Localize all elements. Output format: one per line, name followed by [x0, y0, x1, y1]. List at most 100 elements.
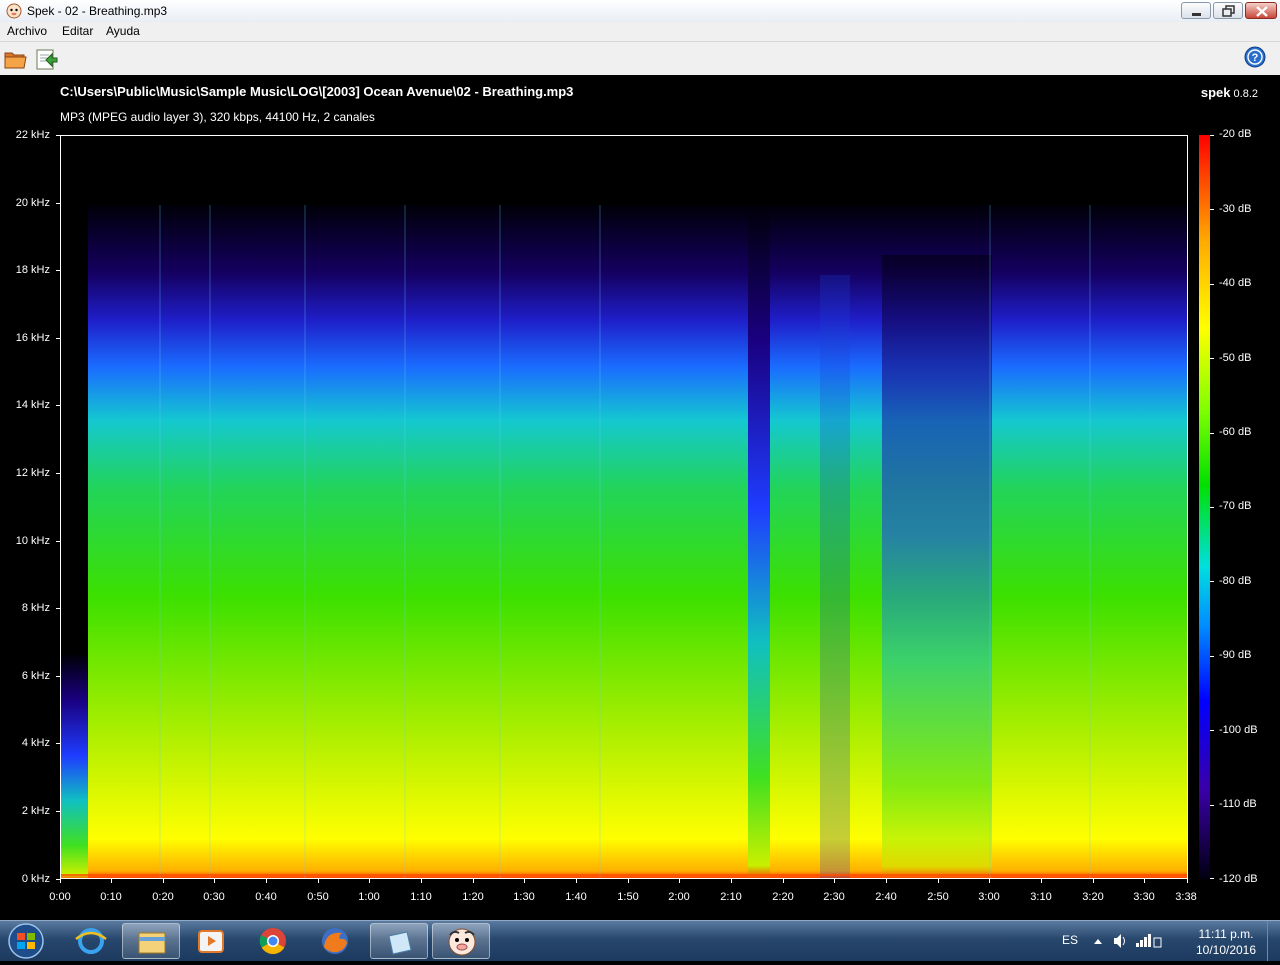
menu-editar[interactable]: Editar — [62, 24, 93, 38]
freq-tick — [56, 811, 60, 812]
time-tick — [731, 879, 732, 883]
show-desktop-button[interactable] — [1267, 921, 1280, 961]
time-tick — [473, 879, 474, 883]
freq-tick — [56, 203, 60, 204]
freq-label: 12 kHz — [15, 467, 50, 479]
clock-date[interactable]: 10/10/2016 — [1194, 943, 1258, 957]
time-tick — [1187, 879, 1188, 883]
freq-tick — [56, 743, 60, 744]
db-tick — [1210, 581, 1214, 582]
internet-explorer-icon — [75, 928, 107, 954]
tray-expand-icon — [1094, 939, 1102, 944]
freq-tick — [56, 135, 60, 136]
app-brand: spek 0.8.2 — [1201, 85, 1258, 100]
folder-open-icon[interactable] — [3, 47, 27, 71]
taskbar-item-explorer[interactable] — [122, 923, 180, 959]
time-tick — [679, 879, 680, 883]
freq-tick — [56, 608, 60, 609]
time-label: 2:20 — [772, 891, 794, 903]
title-bar: Spek - 02 - Breathing.mp3 — [0, 0, 1280, 23]
time-label: 0:10 — [100, 891, 122, 903]
spek-app-icon — [448, 928, 476, 956]
time-label: 0:40 — [255, 891, 277, 903]
freq-tick — [56, 473, 60, 474]
spectrogram-image — [60, 135, 1188, 879]
minimize-button[interactable] — [1181, 2, 1211, 19]
file-explorer-icon — [138, 932, 166, 954]
taskbar-item-ie[interactable] — [62, 923, 120, 959]
restore-icon — [1222, 5, 1235, 17]
file-info: MP3 (MPEG audio layer 3), 320 kbps, 4410… — [60, 110, 375, 124]
clock-time[interactable]: 11:11 p.m. — [1194, 927, 1258, 941]
db-tick — [1210, 805, 1214, 806]
windows-start-icon[interactable] — [4, 922, 48, 960]
db-label: -30 dB — [1219, 203, 1252, 215]
db-tick — [1210, 507, 1214, 508]
time-tick — [628, 879, 629, 883]
taskbar: ES 11:11 p.m. 10/10/2016 — [0, 920, 1280, 961]
taskbar-item-spek[interactable] — [432, 923, 490, 959]
spek-app-icon — [6, 3, 22, 19]
freq-label: 20 kHz — [15, 197, 50, 209]
maximize-button[interactable] — [1213, 2, 1243, 19]
db-label: -100 dB — [1219, 724, 1258, 736]
freq-tick — [56, 270, 60, 271]
time-label: 2:00 — [668, 891, 690, 903]
time-tick — [266, 879, 267, 883]
system-tray — [1094, 934, 1162, 948]
network-icon — [1136, 943, 1139, 947]
time-label: 0:30 — [203, 891, 225, 903]
db-tick — [1210, 433, 1214, 434]
close-button[interactable] — [1245, 2, 1277, 19]
db-tick — [1210, 656, 1214, 657]
freq-label: 6 kHz — [21, 670, 50, 682]
firefox-icon — [322, 928, 348, 954]
language-indicator[interactable]: ES — [1062, 933, 1078, 947]
brand-version: 0.8.2 — [1233, 88, 1258, 100]
db-label: -50 dB — [1219, 352, 1252, 364]
time-label: 1:20 — [462, 891, 484, 903]
time-label: 0:20 — [152, 891, 174, 903]
minimize-icon — [1192, 13, 1201, 16]
time-tick — [163, 879, 164, 883]
time-label: 1:30 — [513, 891, 535, 903]
time-tick — [111, 879, 112, 883]
freq-label: 14 kHz — [15, 399, 50, 411]
taskbar-item-notepad[interactable] — [370, 923, 428, 959]
save-export-icon[interactable] — [34, 47, 58, 71]
db-label: -60 dB — [1219, 426, 1252, 438]
time-tick — [576, 879, 577, 883]
brand-name: spek — [1200, 85, 1231, 100]
freq-label: 16 kHz — [15, 332, 50, 344]
db-label: -120 dB — [1219, 873, 1258, 885]
time-tick — [1093, 879, 1094, 883]
time-tick — [421, 879, 422, 883]
menu-ayuda[interactable]: Ayuda — [106, 24, 140, 38]
freq-tick — [56, 676, 60, 677]
help-icon[interactable]: ? — [1244, 46, 1266, 68]
freq-label: 18 kHz — [15, 264, 50, 276]
battery-icon — [1153, 937, 1162, 948]
file-path: C:\Users\Public\Music\Sample Music\LOG\[… — [60, 84, 574, 99]
time-label: 0:00 — [49, 891, 71, 903]
db-tick — [1210, 284, 1214, 285]
time-tick — [938, 879, 939, 883]
time-tick — [60, 879, 61, 883]
db-label: -110 dB — [1219, 798, 1257, 810]
menu-archivo[interactable]: Archivo — [7, 24, 47, 38]
taskbar-item-media-player[interactable] — [182, 923, 240, 959]
db-tick — [1210, 135, 1214, 136]
svg-text:?: ? — [1252, 52, 1259, 64]
time-tick — [783, 879, 784, 883]
taskbar-item-chrome[interactable] — [244, 923, 302, 959]
db-color-scale — [1199, 135, 1210, 879]
time-label: 3:00 — [978, 891, 1000, 903]
freq-tick — [56, 405, 60, 406]
time-label: 1:00 — [358, 891, 380, 903]
time-label: 3:20 — [1082, 891, 1104, 903]
freq-tick — [56, 541, 60, 542]
time-tick — [369, 879, 370, 883]
freq-label: 0 kHz — [21, 873, 50, 885]
media-player-icon — [198, 930, 224, 953]
taskbar-item-firefox[interactable] — [306, 923, 364, 959]
